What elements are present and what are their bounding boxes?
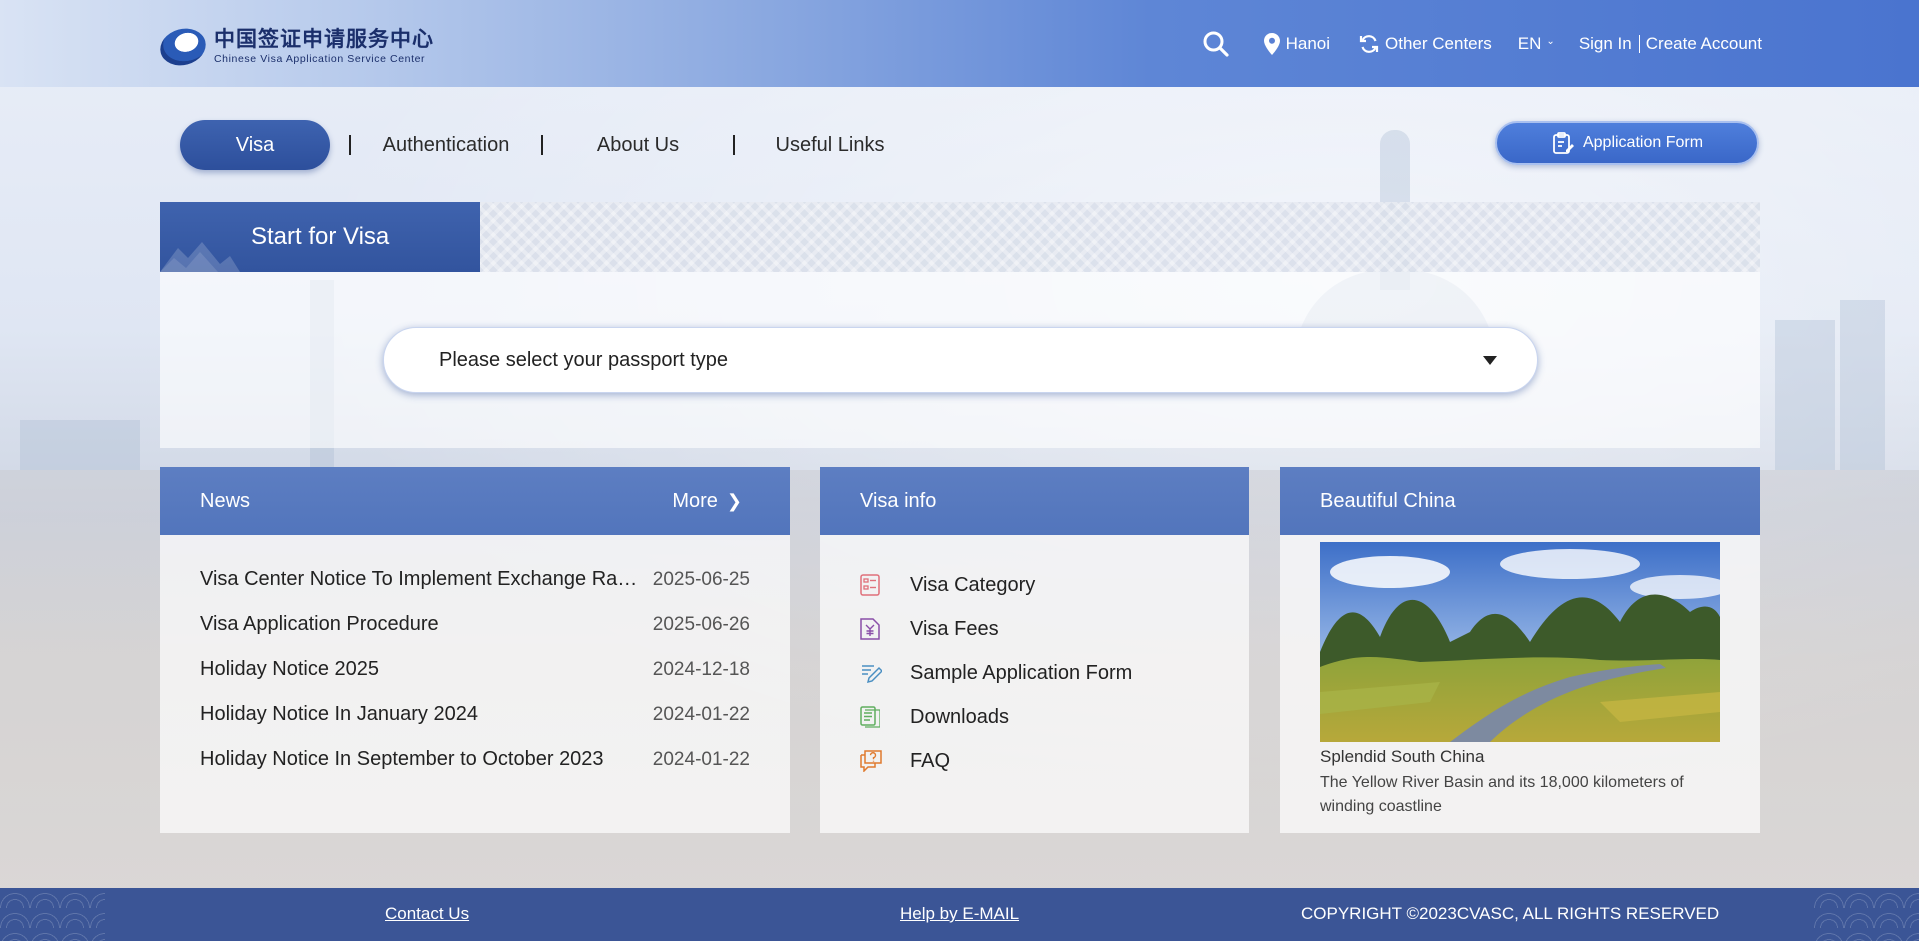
visa-fees-link[interactable]: Visa Fees	[860, 607, 1209, 651]
visa-info-card: Visa info Visa Category Visa Fees Sample…	[820, 467, 1249, 833]
location-label: Hanoi	[1285, 34, 1331, 53]
clipboard-edit-icon	[1553, 132, 1574, 154]
faq-link[interactable]: FAQ	[860, 739, 1209, 783]
site-logo[interactable]: 中国签证申请服务中心 Chinese Visa Application Serv…	[156, 20, 448, 72]
footer: Contact Us Help by E-MAIL COPYRIGHT ©202…	[0, 888, 1919, 941]
other-centers-link[interactable]: Other Centers	[1359, 34, 1492, 54]
list-icon	[860, 574, 880, 596]
sample-application-form-link[interactable]: Sample Application Form	[860, 651, 1209, 695]
faq-label: FAQ	[910, 749, 951, 772]
mountain-decoration-icon	[160, 242, 240, 272]
location-selector[interactable]: Hanoi	[1263, 33, 1331, 55]
chevron-down-icon: ⌄	[1546, 35, 1555, 47]
main-nav: Visa Authentication About Us Useful Link…	[180, 120, 925, 170]
wave-pattern-decoration	[1814, 888, 1919, 941]
news-item-date: 2024-01-22	[652, 703, 750, 725]
help-email-link[interactable]: Help by E-MAIL	[900, 904, 1019, 924]
tab-useful-links[interactable]: Useful Links	[735, 134, 925, 157]
application-form-button[interactable]: Application Form	[1495, 121, 1759, 165]
refresh-icon	[1359, 35, 1379, 53]
news-item-title: Visa Center Notice To Implement Exchange…	[200, 568, 640, 590]
caret-down-icon	[1483, 356, 1497, 365]
yen-document-icon	[860, 618, 880, 640]
sign-in-link[interactable]: Sign In	[1579, 34, 1632, 54]
top-header: 中国签证申请服务中心 Chinese Visa Application Serv…	[0, 0, 1919, 87]
news-item[interactable]: Holiday Notice In January 2024 2024-01-2…	[200, 692, 750, 737]
sample-application-form-label: Sample Application Form	[910, 661, 1133, 684]
news-more-label: More	[672, 489, 718, 512]
news-title: News	[200, 489, 251, 512]
logo-title-en: Chinese Visa Application Service Center	[214, 53, 426, 65]
divider	[1638, 35, 1640, 53]
passport-type-select[interactable]: Please select your passport type	[383, 327, 1538, 393]
news-item-date: 2025-06-25	[652, 568, 750, 590]
language-selector[interactable]: EN ⌄	[1518, 34, 1555, 54]
news-item-date: 2024-01-22	[652, 748, 750, 770]
contact-us-link[interactable]: Contact Us	[385, 904, 469, 924]
start-visa-heading: Start for Visa	[160, 202, 480, 272]
tab-about-us[interactable]: About Us	[543, 134, 733, 157]
copyright-text: COPYRIGHT ©2023CVASC, ALL RIGHTS RESERVE…	[1301, 904, 1720, 923]
news-item-date: 2025-06-26	[652, 613, 750, 635]
tab-visa[interactable]: Visa	[180, 120, 330, 170]
news-card: News More ❯ Visa Center Notice To Implem…	[160, 467, 790, 833]
language-label: EN	[1517, 34, 1542, 53]
logo-emblem-icon	[156, 23, 210, 71]
pen-icon	[862, 665, 882, 684]
news-item[interactable]: Visa Application Procedure 2025-06-26	[200, 602, 750, 647]
application-form-label: Application Form	[1582, 134, 1704, 151]
start-visa-title: Start for Visa	[251, 223, 390, 250]
downloads-label: Downloads	[910, 705, 1009, 728]
news-item-title: Visa Application Procedure	[200, 613, 439, 635]
tab-authentication[interactable]: Authentication	[351, 134, 541, 157]
start-visa-panel: Start for Visa Please select your passpo…	[160, 202, 1760, 448]
other-centers-label: Other Centers	[1385, 34, 1492, 53]
news-item-title: Holiday Notice In September to October 2…	[200, 748, 604, 770]
document-icon	[860, 706, 880, 728]
logo-title-cn: 中国签证申请服务中心	[214, 26, 434, 51]
landscape-photo[interactable]	[1320, 542, 1720, 742]
beautiful-china-card: Beautiful China Splendid South China The…	[1280, 467, 1760, 833]
visa-fees-label: Visa Fees	[910, 617, 999, 640]
visa-info-title: Visa info	[860, 489, 937, 512]
question-chat-icon	[860, 750, 882, 772]
visa-category-link[interactable]: Visa Category	[860, 563, 1209, 607]
news-item[interactable]: Holiday Notice 2025 2024-12-18	[200, 647, 750, 692]
photo-caption-title: Splendid South China	[1320, 747, 1485, 766]
downloads-link[interactable]: Downloads	[860, 695, 1209, 739]
news-item[interactable]: Visa Center Notice To Implement Exchange…	[200, 557, 750, 602]
map-pin-icon	[1263, 33, 1280, 55]
news-item-title: Holiday Notice 2025	[200, 658, 379, 680]
passport-type-placeholder: Please select your passport type	[439, 348, 729, 371]
chevron-right-icon: ❯	[726, 490, 742, 511]
search-icon	[1203, 31, 1229, 57]
visa-category-label: Visa Category	[910, 573, 1036, 596]
wave-pattern-decoration	[0, 888, 105, 941]
search-button[interactable]	[1202, 30, 1230, 58]
create-account-link[interactable]: Create Account	[1646, 34, 1762, 54]
news-more-link[interactable]: More ❯	[672, 467, 742, 535]
news-item[interactable]: Holiday Notice In September to October 2…	[200, 737, 750, 782]
photo-caption-text: The Yellow River Basin and its 18,000 ki…	[1320, 774, 1684, 815]
top-nav: Hanoi Other Centers EN ⌄ Sign In Create …	[1202, 26, 1762, 62]
news-item-date: 2024-12-18	[652, 658, 750, 680]
beautiful-china-title: Beautiful China	[1320, 489, 1456, 512]
news-item-title: Holiday Notice In January 2024	[200, 703, 478, 725]
